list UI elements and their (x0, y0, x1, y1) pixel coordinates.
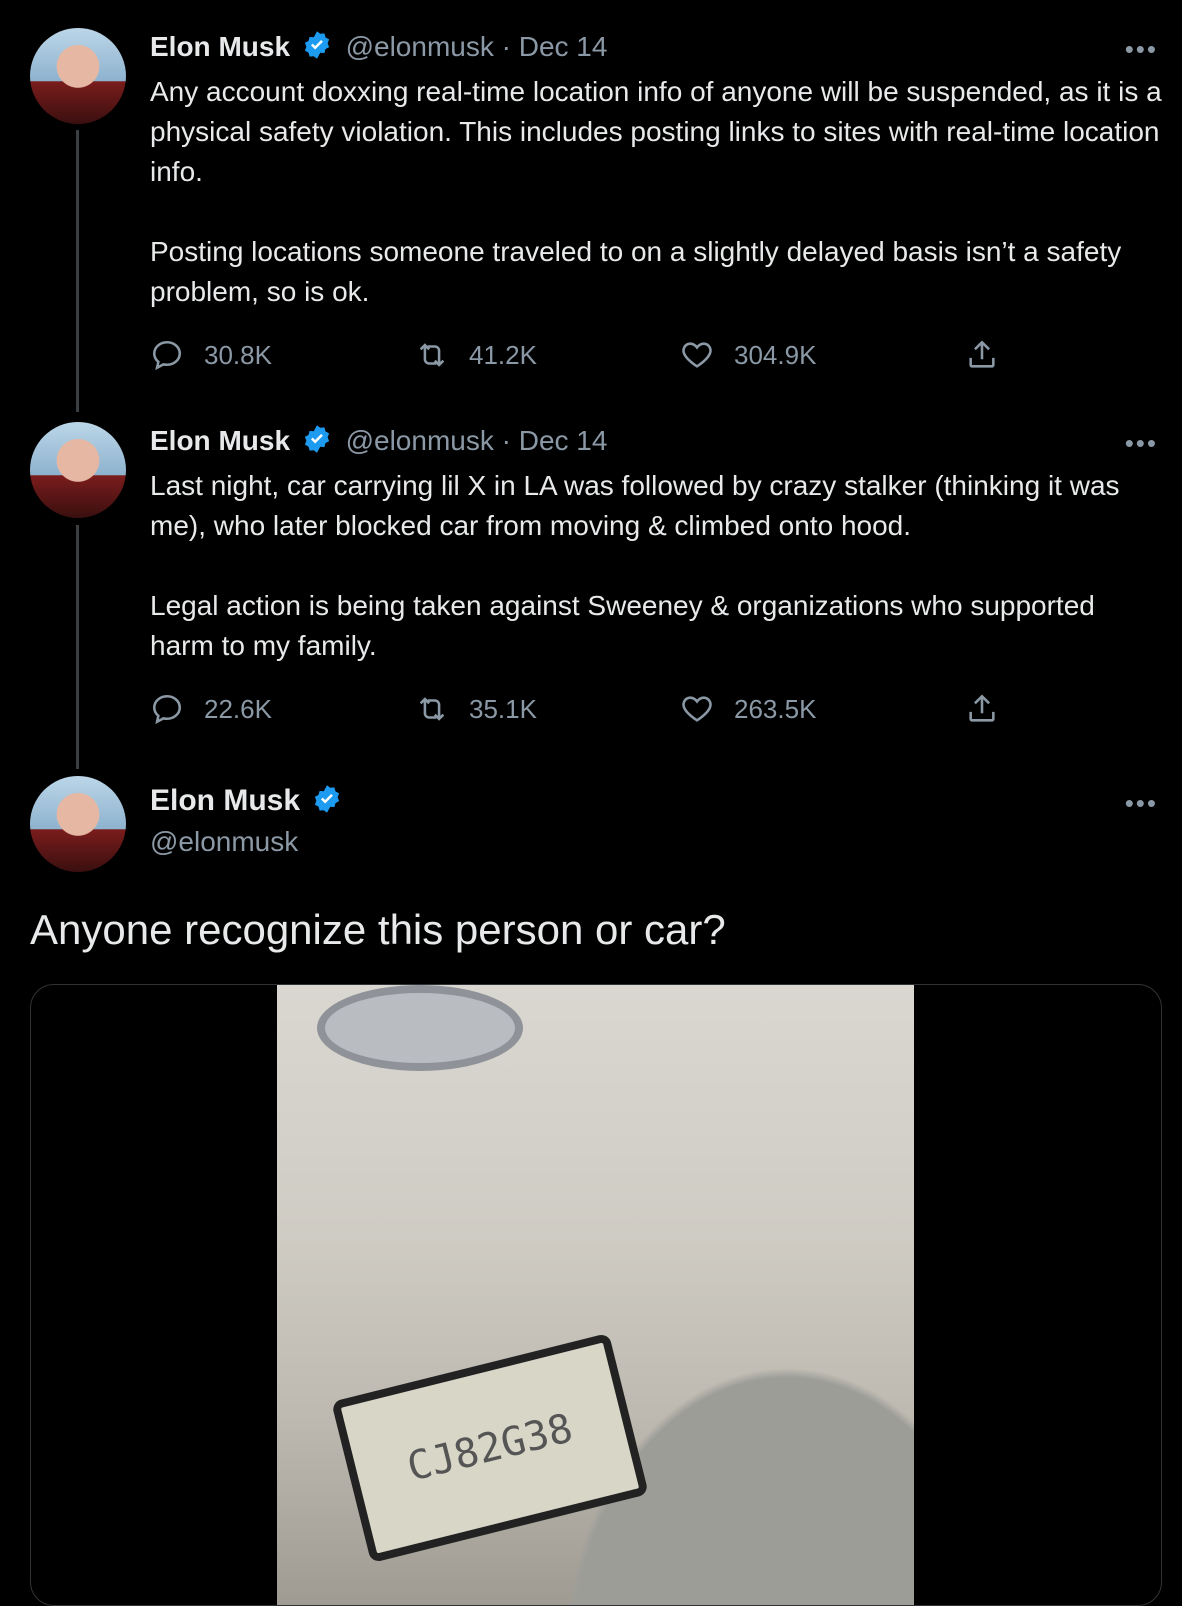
avatar[interactable] (30, 422, 126, 518)
tweet-text: Any account doxxing real-time location i… (150, 72, 1165, 312)
share-button[interactable] (965, 338, 999, 372)
tweet-date[interactable]: Dec 14 (519, 31, 608, 62)
retweet-icon (419, 343, 445, 367)
verified-badge-icon (304, 425, 329, 453)
retweet-icon (419, 697, 445, 721)
tweet-actions: 30.8K 41.2K 304.9K (150, 338, 1010, 378)
tweet-header: Elon Musk @elonmusk · Dec 14 (150, 424, 607, 457)
more-options-button[interactable]: ••• (1125, 788, 1158, 819)
tweet-media[interactable]: CJ82G38 (30, 984, 1162, 1606)
like-count: 263.5K (734, 693, 817, 724)
reply-count: 22.6K (204, 693, 272, 724)
car-logo (317, 985, 523, 1071)
tweet-text: Anyone recognize this person or car? (30, 906, 726, 953)
verified-badge-icon (304, 31, 329, 59)
tweet-paragraph: Any account doxxing real-time location i… (150, 76, 1162, 187)
reply-icon (152, 694, 182, 725)
more-options-button[interactable]: ••• (1125, 34, 1158, 65)
tweet-paragraph: Legal action is being taken against Swee… (150, 590, 1095, 661)
author-handle[interactable]: @elonmusk (150, 826, 298, 858)
license-plate: CJ82G38 (331, 1332, 649, 1564)
retweet-count: 35.1K (469, 693, 537, 724)
avatar[interactable] (30, 776, 126, 872)
tweet-actions: 22.6K 35.1K 263.5K (150, 692, 1010, 732)
thread-line (76, 525, 79, 769)
thread-line (76, 130, 79, 412)
tweet-paragraph: Last night, car carrying lil X in LA was… (150, 470, 1120, 541)
separator: · (501, 425, 511, 456)
like-count: 304.9K (734, 339, 817, 370)
avatar[interactable] (30, 28, 126, 124)
reply-button[interactable]: 22.6K (150, 692, 272, 726)
heart-icon (682, 696, 712, 722)
tweet-header: Elon Musk (150, 784, 348, 818)
heart-icon (682, 342, 712, 368)
author-handle[interactable]: @elonmusk (346, 425, 494, 456)
author-name[interactable]: Elon Musk (150, 31, 290, 62)
reply-button[interactable]: 30.8K (150, 338, 272, 372)
retweet-button[interactable]: 35.1K (415, 692, 537, 726)
reply-icon (152, 340, 182, 371)
share-icon (969, 694, 995, 722)
like-button[interactable]: 304.9K (680, 338, 816, 372)
separator: · (501, 31, 511, 62)
retweet-button[interactable]: 41.2K (415, 338, 537, 372)
share-icon (969, 340, 995, 368)
reply-count: 30.8K (204, 339, 272, 370)
retweet-count: 41.2K (469, 339, 537, 370)
share-button[interactable] (965, 692, 999, 726)
verified-badge-icon (314, 785, 339, 813)
author-name[interactable]: Elon Musk (150, 425, 290, 456)
author-name[interactable]: Elon Musk (150, 784, 300, 817)
car-photo[interactable]: CJ82G38 (277, 985, 914, 1605)
tweet-text: Last night, car carrying lil X in LA was… (150, 466, 1165, 666)
more-options-button[interactable]: ••• (1125, 428, 1158, 459)
like-button[interactable]: 263.5K (680, 692, 816, 726)
tweet-date[interactable]: Dec 14 (519, 425, 608, 456)
author-handle[interactable]: @elonmusk (346, 31, 494, 62)
tweet-header: Elon Musk @elonmusk · Dec 14 (150, 30, 607, 63)
tweet-paragraph: Posting locations someone traveled to on… (150, 236, 1122, 307)
